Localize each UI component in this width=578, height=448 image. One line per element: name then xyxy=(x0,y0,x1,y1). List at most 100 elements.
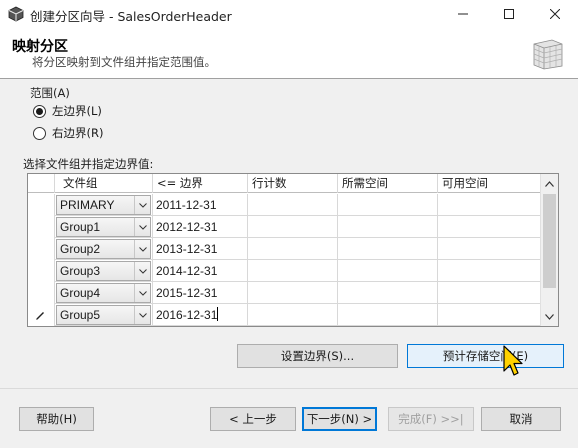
filegroup-value: Group4 xyxy=(60,286,101,300)
required-space-cell xyxy=(338,194,438,216)
row-header[interactable] xyxy=(28,282,55,304)
table-row[interactable]: PRIMARY 2011-12-31 xyxy=(28,194,540,216)
available-space-cell xyxy=(438,216,540,238)
table-row[interactable]: Group4 2015-12-31 xyxy=(28,282,540,304)
radio-left-boundary[interactable]: 左边界(L) xyxy=(33,103,102,119)
close-button[interactable] xyxy=(532,0,578,28)
boundary-cell-editing[interactable]: 2016-12-31 xyxy=(153,304,248,326)
close-icon xyxy=(550,9,560,19)
scroll-up-button[interactable] xyxy=(541,175,558,192)
page-subtitle: 将分区映射到文件组并指定范围值。 xyxy=(32,55,216,69)
table-row[interactable]: Group5 2016-12-31 xyxy=(28,304,540,326)
row-count-cell xyxy=(248,260,338,282)
available-space-cell xyxy=(438,194,540,216)
filegroup-select[interactable]: Group3 xyxy=(55,260,153,282)
footer-divider xyxy=(0,388,578,389)
boundary-cell[interactable]: 2014-12-31 xyxy=(153,260,248,282)
row-header-cell xyxy=(28,174,55,193)
filegroup-select[interactable]: Group5 xyxy=(55,304,153,326)
required-space-cell xyxy=(338,304,438,326)
help-button[interactable]: 帮助(H) xyxy=(19,407,94,431)
grid-header-row: 文件组 <= 边界 行计数 所需空间 可用空间 xyxy=(28,174,540,193)
filegroup-value: Group5 xyxy=(60,308,101,322)
radio-label: 右边界(R) xyxy=(52,126,104,140)
estimate-storage-button[interactable]: 预计存储空间(E) xyxy=(407,344,564,368)
chevron-down-icon[interactable] xyxy=(134,284,150,302)
filegroup-value: Group2 xyxy=(60,242,101,256)
next-button[interactable]: 下一步(N) > xyxy=(302,407,377,431)
boundary-cell[interactable]: 2013-12-31 xyxy=(153,238,248,260)
row-count-cell xyxy=(248,194,338,216)
filegroup-value: Group1 xyxy=(60,220,101,234)
chevron-down-icon[interactable] xyxy=(134,218,150,236)
range-group-label: 范围(A) xyxy=(30,86,70,100)
required-space-cell xyxy=(338,238,438,260)
table-row[interactable]: Group2 2013-12-31 xyxy=(28,238,540,260)
row-count-cell xyxy=(248,282,338,304)
pencil-icon xyxy=(36,312,44,320)
back-button[interactable]: < 上一步 xyxy=(210,407,296,431)
radio-right-boundary[interactable]: 右边界(R) xyxy=(33,125,103,141)
available-space-cell xyxy=(438,304,540,326)
vertical-scrollbar[interactable] xyxy=(540,174,558,326)
filegroup-select[interactable]: Group1 xyxy=(55,216,153,238)
boundary-cell[interactable]: 2015-12-31 xyxy=(153,282,248,304)
filegroup-value: Group3 xyxy=(60,264,101,278)
maximize-button[interactable] xyxy=(486,0,532,28)
partition-grid[interactable]: 文件组 <= 边界 行计数 所需空间 可用空间 PRIMARY 2011-12-… xyxy=(27,173,559,327)
wizard-header: 映射分区 将分区映射到文件组并指定范围值。 xyxy=(0,28,578,78)
maximize-icon xyxy=(504,9,514,19)
database-wizard-icon xyxy=(8,6,24,22)
window-title: 创建分区向导 - SalesOrderHeader xyxy=(30,9,232,24)
row-header[interactable] xyxy=(28,260,55,282)
boundary-cell[interactable]: 2012-12-31 xyxy=(153,216,248,238)
minimize-button[interactable] xyxy=(440,0,486,28)
radio-button[interactable] xyxy=(33,126,46,140)
radio-button[interactable] xyxy=(33,104,46,118)
row-count-cell xyxy=(248,238,338,260)
row-header[interactable] xyxy=(28,194,55,216)
table-row[interactable]: Group3 2014-12-31 xyxy=(28,260,540,282)
set-boundary-button[interactable]: 设置边界(S)... xyxy=(237,344,398,368)
row-header[interactable] xyxy=(28,238,55,260)
page-title: 映射分区 xyxy=(12,39,68,55)
table-row[interactable]: Group1 2012-12-31 xyxy=(28,216,540,238)
title-bar: 创建分区向导 - SalesOrderHeader xyxy=(0,0,578,28)
filegroup-select[interactable]: PRIMARY xyxy=(55,194,153,216)
chevron-down-icon[interactable] xyxy=(134,306,150,324)
finish-button[interactable]: 完成(F) >>| xyxy=(388,407,474,431)
available-space-cell xyxy=(438,282,540,304)
text-caret xyxy=(217,307,219,321)
table-grid-icon xyxy=(533,39,563,70)
chevron-down-icon xyxy=(545,313,554,320)
grid-body: PRIMARY 2011-12-31 Group1 2012-12-31 Gro… xyxy=(28,194,540,326)
chevron-down-icon[interactable] xyxy=(134,196,150,214)
column-header-filegroup[interactable]: 文件组 xyxy=(55,174,153,193)
radio-label: 左边界(L) xyxy=(52,104,102,118)
boundary-value: 2016-12-31 xyxy=(156,308,218,322)
chevron-up-icon xyxy=(545,180,554,187)
filegroup-select[interactable]: Group4 xyxy=(55,282,153,304)
scroll-thumb[interactable] xyxy=(543,194,556,288)
row-header[interactable] xyxy=(28,216,55,238)
column-header-available-space[interactable]: 可用空间 xyxy=(438,174,540,193)
required-space-cell xyxy=(338,216,438,238)
row-count-cell xyxy=(248,216,338,238)
available-space-cell xyxy=(438,260,540,282)
required-space-cell xyxy=(338,260,438,282)
required-space-cell xyxy=(338,282,438,304)
column-header-row-count[interactable]: 行计数 xyxy=(248,174,338,193)
available-space-cell xyxy=(438,238,540,260)
cancel-button[interactable]: 取消 xyxy=(481,407,561,431)
chevron-down-icon[interactable] xyxy=(134,240,150,258)
row-header[interactable] xyxy=(28,304,55,326)
boundary-cell[interactable]: 2011-12-31 xyxy=(153,194,248,216)
wizard-content: 范围(A) 左边界(L) 右边界(R) 选择文件组并指定边界值: 文件组 <= … xyxy=(0,79,578,448)
grid-label: 选择文件组并指定边界值: xyxy=(23,157,154,171)
scroll-down-button[interactable] xyxy=(541,308,558,325)
chevron-down-icon[interactable] xyxy=(134,262,150,280)
minimize-icon xyxy=(458,13,468,15)
column-header-boundary[interactable]: <= 边界 xyxy=(153,174,248,193)
filegroup-select[interactable]: Group2 xyxy=(55,238,153,260)
column-header-required-space[interactable]: 所需空间 xyxy=(338,174,438,193)
